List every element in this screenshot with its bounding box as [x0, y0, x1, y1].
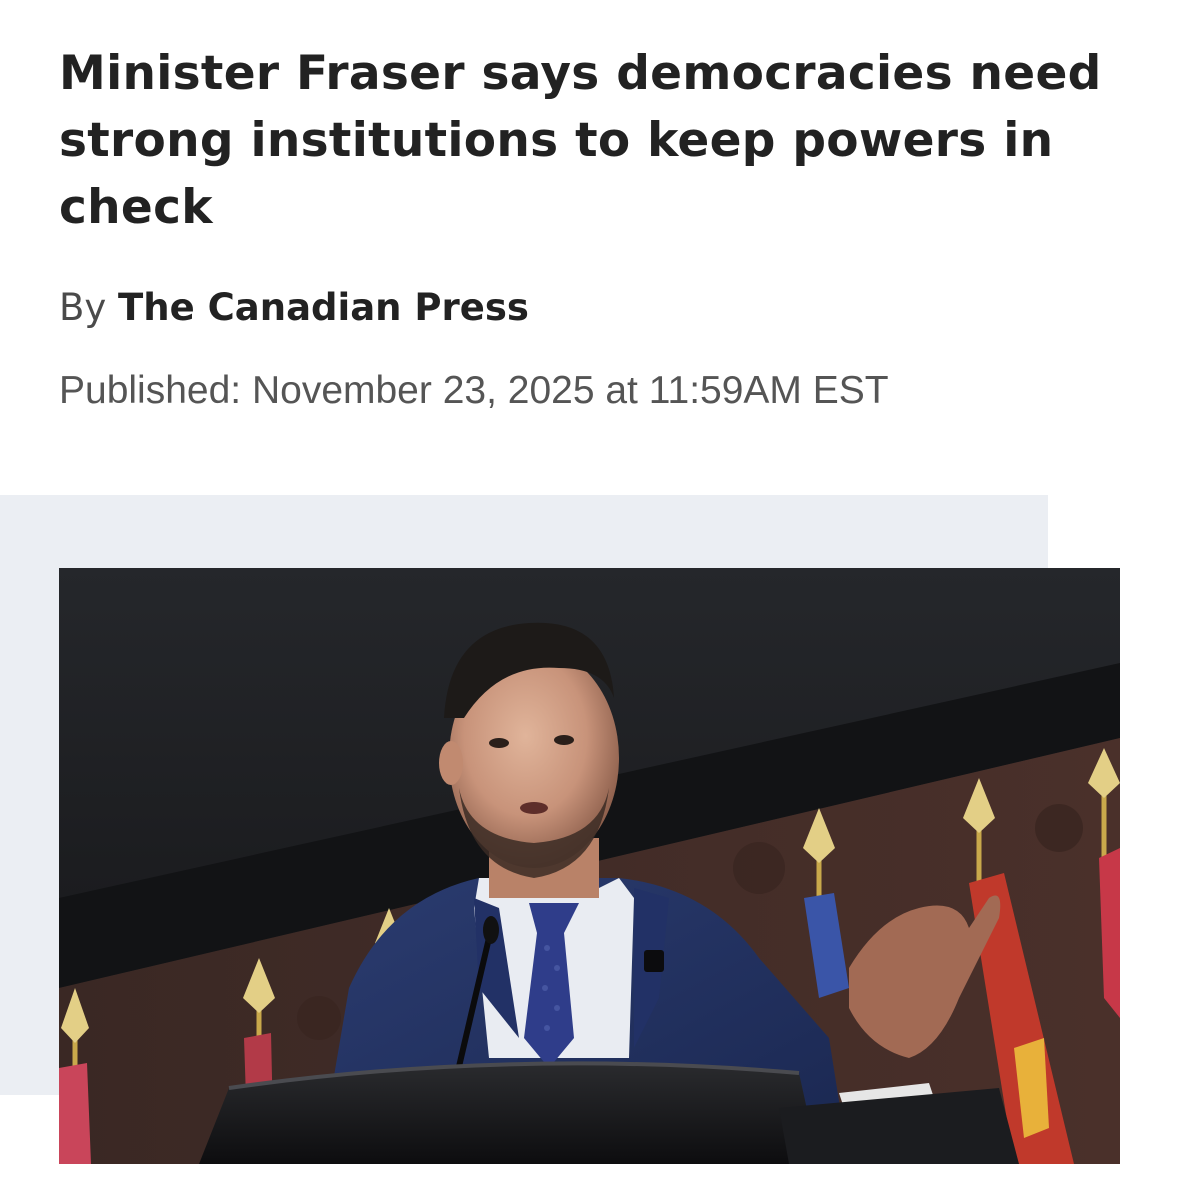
- article-photo-illustration: [59, 568, 1120, 1164]
- article-header: Minister Fraser says democracies need st…: [59, 40, 1139, 241]
- bottom-whitespace: [0, 1164, 1179, 1200]
- byline-author[interactable]: The Canadian Press: [118, 286, 529, 329]
- byline: By The Canadian Press: [59, 286, 529, 330]
- article-photo[interactable]: [59, 568, 1120, 1164]
- article-headline: Minister Fraser says democracies need st…: [59, 46, 1102, 235]
- byline-prefix: By: [59, 286, 107, 329]
- published-date: Published: November 23, 2025 at 11:59AM …: [59, 369, 889, 412]
